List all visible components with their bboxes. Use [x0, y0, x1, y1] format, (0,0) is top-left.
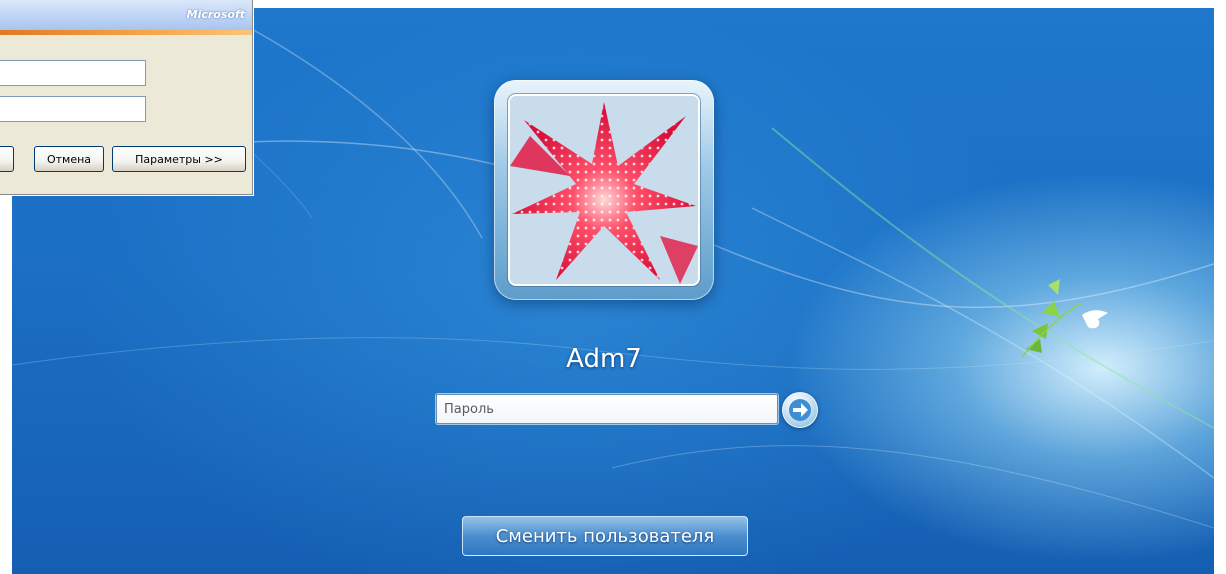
banner-stripe	[0, 30, 252, 35]
password-input[interactable]	[436, 394, 778, 424]
username-field[interactable]	[0, 60, 146, 86]
arrow-right-icon	[789, 399, 811, 421]
dove-logo	[1021, 279, 1108, 358]
xp-logon-dialog: Microsoft Отмена Параметры >>	[0, 0, 253, 195]
password-field[interactable]	[0, 96, 146, 122]
submit-button[interactable]	[782, 392, 818, 428]
star-picture-icon	[510, 96, 698, 284]
avatar	[510, 96, 698, 284]
user-tile-frame	[494, 80, 714, 300]
cancel-button[interactable]: Отмена	[34, 146, 104, 172]
dialog-banner: Microsoft	[0, 0, 252, 30]
options-button[interactable]: Параметры >>	[112, 146, 246, 172]
switch-user-button[interactable]: Сменить пользователя	[462, 516, 748, 556]
microsoft-brand: Microsoft	[186, 8, 245, 21]
ok-button[interactable]	[0, 146, 14, 172]
username-label: Adm7	[566, 344, 642, 374]
